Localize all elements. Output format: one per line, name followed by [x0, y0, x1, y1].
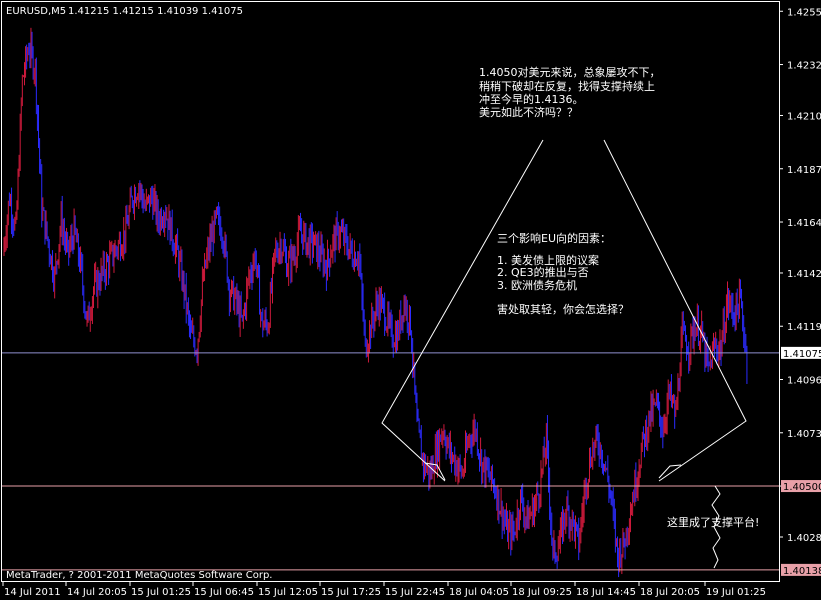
- factor-3: 3. 欧洲债务危机: [497, 278, 577, 292]
- price-tag-label: 1.40500: [783, 482, 821, 493]
- x-tick-label: 14 Jul 20:05: [67, 587, 127, 598]
- x-tick-label: 18 Jul 14:45: [576, 587, 636, 598]
- x-tick-label: 18 Jul 20:05: [640, 587, 700, 598]
- x-tick-label: 15 Jul 01:25: [131, 587, 191, 598]
- top-note-line-1: 1.4050对美元来说，总象屡攻不下，: [479, 65, 661, 79]
- factors-title: 三个影响EU向的因素：: [497, 231, 611, 245]
- y-tick-label: 1.41870: [787, 165, 821, 176]
- x-tick-label: 15 Jul 06:45: [194, 587, 254, 598]
- top-note-line-4: 美元如此不济吗？？: [479, 105, 578, 119]
- y-tick-label: 1.41190: [787, 322, 821, 333]
- price-chart[interactable]: EURUSD,M5 1.41215 1.41215 1.41039 1.4107…: [0, 0, 821, 600]
- price-tag-label: 1.41075: [783, 349, 821, 360]
- support-note: 这里成了支撑平台!: [667, 515, 759, 529]
- y-tick-label: 1.41420: [787, 269, 821, 280]
- x-tick-label: 15 Jul 22:45: [385, 587, 445, 598]
- x-tick-label: 15 Jul 17:25: [321, 587, 381, 598]
- y-tick-label: 1.42100: [787, 111, 821, 122]
- y-tick-label: 1.40280: [787, 533, 821, 544]
- ohlc-label: 1.41215 1.41215 1.41039 1.41075: [68, 6, 243, 17]
- y-tick-label: 1.40960: [787, 376, 821, 387]
- x-tick-label: 18 Jul 04:05: [449, 587, 509, 598]
- symbol-label: EURUSD,M5: [6, 6, 66, 17]
- factor-1: 1. 美发债上限的议案: [497, 253, 599, 267]
- x-tick-label: 14 Jul 2011: [4, 587, 61, 598]
- y-tick-label: 1.41640: [787, 218, 821, 229]
- question-text: 害处取其轻，你会怎选择？: [497, 302, 629, 316]
- top-note-line-3: 冲至今早的1.4136。: [479, 92, 584, 106]
- y-tick-label: 1.42320: [787, 61, 821, 72]
- copyright-text: MetaTrader, ? 2001-2011 MetaQuotes Softw…: [6, 570, 272, 581]
- y-tick-label: 1.40730: [787, 429, 821, 440]
- factor-2: 2. QE3的推出与否: [497, 265, 589, 279]
- price-tag-label: 1.40138: [783, 566, 821, 577]
- x-tick-label: 18 Jul 09:25: [512, 587, 572, 598]
- x-tick-label: 15 Jul 12:05: [258, 587, 318, 598]
- y-tick-label: 1.42550: [787, 7, 821, 18]
- top-note-line-2: 稍稍下破却在反复，找得支撑持续上: [479, 79, 655, 93]
- x-tick-label: 19 Jul 01:25: [706, 587, 766, 598]
